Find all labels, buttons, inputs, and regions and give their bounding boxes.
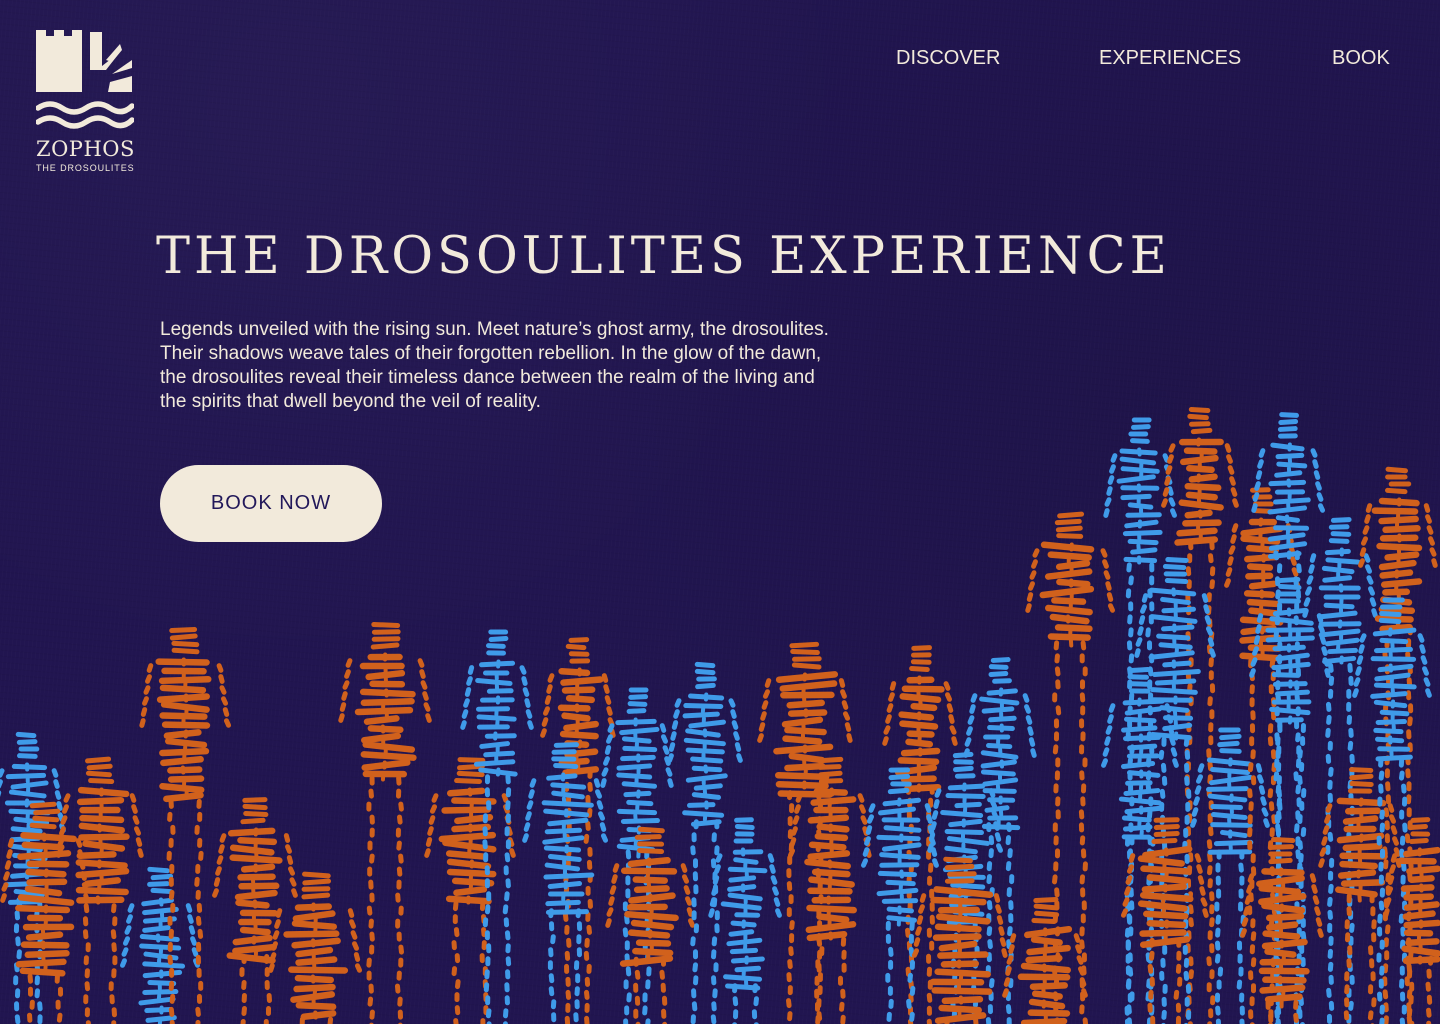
logo[interactable]: ZOPHOS THE DROSOULITES — [36, 30, 136, 173]
page-title: THE DROSOULITES EXPERIENCE — [156, 227, 1171, 286]
brand-tagline: THE DROSOULITES — [36, 163, 135, 173]
nav-book-link[interactable]: BOOK — [1332, 47, 1390, 70]
nav-discover-link[interactable]: DISCOVER — [896, 47, 1000, 70]
hero-description: Legends unveiled with the rising sun. Me… — [160, 319, 829, 412]
castle-sun-waves-icon — [36, 30, 134, 129]
book-now-button[interactable]: BOOK NOW — [160, 465, 382, 542]
brand-name: ZOPHOS — [36, 137, 135, 161]
nav-experiences-link[interactable]: EXPERIENCES — [1099, 47, 1241, 70]
page: ZOPHOS THE DROSOULITES DISCOVER EXPERIEN… — [0, 0, 1440, 1024]
